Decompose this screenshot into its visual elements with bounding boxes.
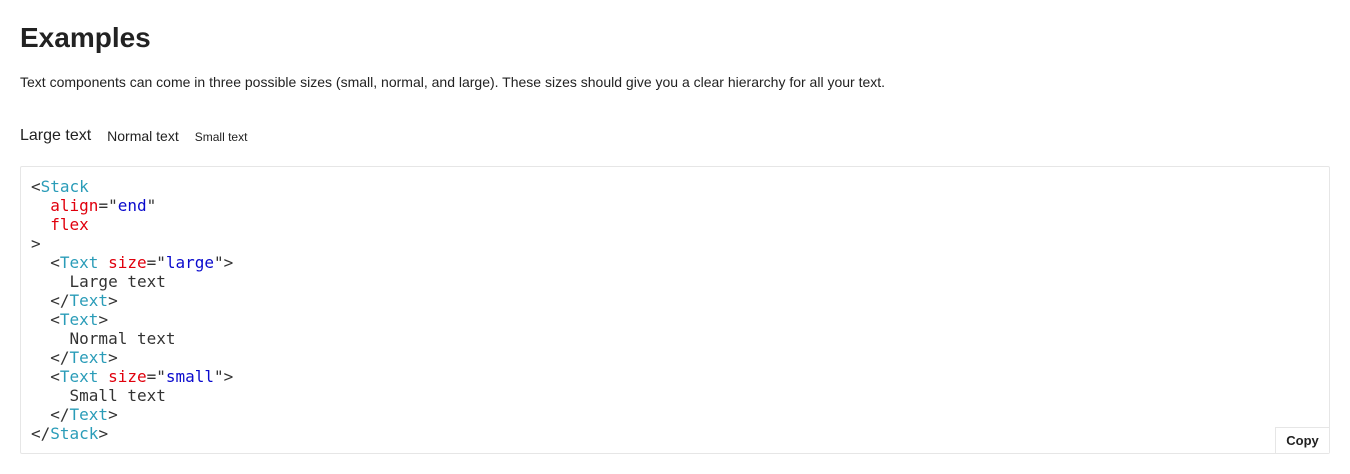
code-token-punct: > — [98, 310, 109, 329]
large-text-sample: Large text — [20, 127, 92, 144]
code-token-punct: < — [31, 310, 60, 329]
code-token-punct: > — [108, 405, 118, 424]
code-token-punct: < — [31, 367, 60, 386]
code-token-tag: Text — [59, 253, 99, 272]
code-line: Normal text — [31, 329, 176, 348]
code-token-punct: </ — [31, 405, 70, 424]
code-line: <Stack — [31, 177, 89, 196]
code-token-punct: > — [98, 424, 109, 443]
code-token-punct: </ — [31, 424, 51, 443]
example-preview: Large text Normal text Small text — [20, 124, 247, 146]
code-token-punct: =" — [146, 367, 166, 386]
code-token-punct: < — [31, 253, 60, 272]
code-token-punct: "> — [214, 253, 234, 272]
code-token-punct — [31, 215, 50, 234]
code-token-tag: Stack — [50, 424, 99, 443]
code-token-attr: align — [50, 196, 99, 215]
code-token-str: small — [165, 367, 215, 386]
code-token-attr: size — [108, 367, 147, 386]
code-line: flex — [31, 215, 89, 234]
code-token-punct: > — [108, 291, 118, 310]
code-token-punct — [98, 253, 108, 272]
code-token-tag: Text — [59, 367, 99, 386]
code-line: > — [31, 234, 41, 253]
code-line: <Text> — [31, 310, 108, 329]
copy-button[interactable]: Copy — [1275, 427, 1329, 453]
code-line: </Text> — [31, 291, 118, 310]
code-block[interactable]: <Stack align="end" flex > <Text size="la… — [20, 166, 1330, 454]
code-line: </Text> — [31, 348, 118, 367]
section-title: Examples — [20, 22, 151, 53]
code-content[interactable]: <Stack align="end" flex > <Text size="la… — [31, 177, 233, 443]
normal-text-sample: Normal text — [107, 128, 179, 144]
code-token-str: large — [165, 253, 215, 272]
code-line: <Text size="large"> — [31, 253, 233, 272]
code-line: </Stack> — [31, 424, 108, 443]
code-token-punct — [31, 196, 50, 215]
code-token-tag: Text — [69, 348, 109, 367]
code-token-tag: Stack — [40, 177, 89, 196]
code-line: align="end" — [31, 196, 156, 215]
code-token-punct: Large text — [31, 272, 166, 291]
code-token-tag: Text — [59, 310, 99, 329]
section-description: Text components can come in three possib… — [20, 74, 886, 90]
code-token-str: end — [117, 196, 147, 215]
code-token-punct — [98, 367, 108, 386]
code-token-punct: Small text — [31, 386, 166, 405]
small-text-sample: Small text — [194, 130, 248, 144]
code-token-attr: flex — [50, 215, 89, 234]
code-token-punct: Normal text — [31, 329, 176, 348]
code-line: </Text> — [31, 405, 118, 424]
code-line: Large text — [31, 272, 166, 291]
code-token-punct: </ — [31, 291, 70, 310]
code-token-tag: Text — [69, 405, 109, 424]
code-line: <Text size="small"> — [31, 367, 233, 386]
code-token-punct: > — [31, 234, 41, 253]
code-token-punct: " — [146, 196, 157, 215]
code-token-punct: =" — [146, 253, 166, 272]
code-token-punct: > — [108, 348, 118, 367]
code-token-tag: Text — [69, 291, 109, 310]
code-token-punct: "> — [214, 367, 234, 386]
code-token-punct: < — [31, 177, 41, 196]
code-line: Small text — [31, 386, 166, 405]
code-token-attr: size — [108, 253, 147, 272]
code-token-punct: </ — [31, 348, 70, 367]
code-token-punct: =" — [98, 196, 118, 215]
